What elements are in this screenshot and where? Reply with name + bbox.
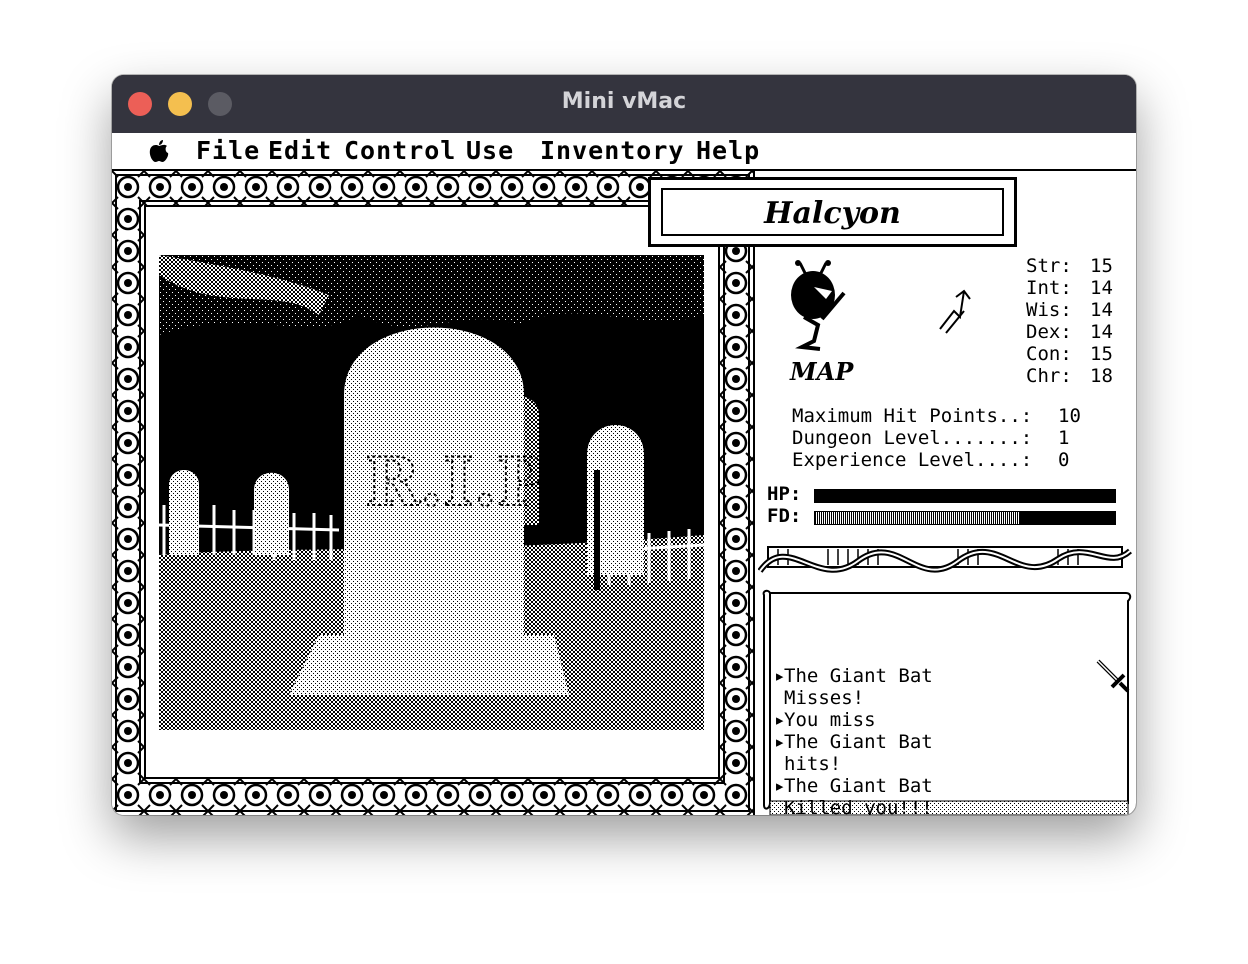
window-titlebar[interactable]: Mini vMac xyxy=(112,75,1136,133)
fd-bar xyxy=(814,511,1116,525)
log-line: hits! xyxy=(774,753,841,775)
menu-control[interactable]: Control xyxy=(344,136,456,166)
stat-label-chr: Chr: xyxy=(1026,365,1072,387)
log-line: ▸The Giant Bat xyxy=(774,775,933,797)
hp-label: HP: xyxy=(767,483,802,505)
log-line-text: The Giant Bat xyxy=(784,665,933,687)
experience-level-label: Experience Level....: xyxy=(792,449,1033,471)
menu-use[interactable]: Use xyxy=(466,136,514,166)
log-line-text: The Giant Bat xyxy=(784,775,933,797)
stat-value-int: 14 xyxy=(1090,277,1113,299)
dungeon-level-value: 1 xyxy=(1058,427,1070,449)
log-line-text: The Giant Bat xyxy=(784,731,933,753)
panel-divider xyxy=(753,171,755,815)
fd-bar-fill xyxy=(815,512,1019,524)
menu-file[interactable]: File xyxy=(196,136,260,166)
menu-bar: File Edit Control Use Inventory Help xyxy=(112,133,1136,171)
log-line: Misses! xyxy=(774,687,864,709)
dungeon-level-label: Dungeon Level.......: xyxy=(792,427,1033,449)
stat-label-dex: Dex: xyxy=(1026,321,1072,343)
bullet-triangle-icon: ▸ xyxy=(774,665,786,687)
stat-value-chr: 18 xyxy=(1090,365,1113,387)
bullet-triangle-icon: ▸ xyxy=(774,731,786,753)
stat-label-con: Con: xyxy=(1026,343,1072,365)
graveyard-picture: R.I.P xyxy=(159,255,704,730)
menu-edit[interactable]: Edit xyxy=(268,136,332,166)
log-line-text: Misses! xyxy=(784,687,865,709)
bullet-triangle-icon: ▸ xyxy=(774,709,786,731)
log-line-text: Killed you!!! xyxy=(784,797,933,815)
stat-value-con: 15 xyxy=(1090,343,1113,365)
menu-inventory[interactable]: Inventory xyxy=(540,136,684,166)
menu-help[interactable]: Help xyxy=(696,136,760,166)
stat-label-int: Int: xyxy=(1026,277,1072,299)
stat-label-wis: Wis: xyxy=(1026,299,1072,321)
compass-arrow-icon xyxy=(939,289,971,334)
mac-screen: File Edit Control Use Inventory Help R.I… xyxy=(112,133,1136,815)
max-hit-points-value: 10 xyxy=(1058,405,1081,427)
log-line: Killed you!!! xyxy=(774,797,933,815)
log-line-text: You miss xyxy=(784,709,876,731)
map-button[interactable]: MAP xyxy=(790,357,853,386)
emulator-window: Mini vMac File Edit Control Use Inventor… xyxy=(112,75,1136,815)
character-name-box: Halcyon xyxy=(648,177,1017,247)
sword-icon[interactable] xyxy=(1094,657,1130,693)
hp-bar-fill xyxy=(815,490,1115,502)
apple-icon[interactable] xyxy=(148,139,170,163)
scene-panel: R.I.P xyxy=(112,171,753,815)
log-line: ▸You miss xyxy=(774,709,876,731)
log-line: ▸The Giant Bat xyxy=(774,731,933,753)
serpent-divider xyxy=(758,531,1132,587)
stat-value-dex: 14 xyxy=(1090,321,1113,343)
log-line: ▸The Giant Bat xyxy=(774,665,933,687)
character-portrait[interactable] xyxy=(780,259,850,359)
tombstone-inscription: R.I.P xyxy=(365,443,546,521)
log-line-text: hits! xyxy=(784,753,842,775)
hp-bar xyxy=(814,489,1116,503)
window-title: Mini vMac xyxy=(561,89,687,114)
fd-label: FD: xyxy=(767,505,802,527)
experience-level-value: 0 xyxy=(1058,449,1070,471)
bullet-triangle-icon: ▸ xyxy=(774,775,786,797)
character-name: Halcyon xyxy=(764,196,901,231)
stat-label-str: Str: xyxy=(1026,255,1072,277)
stat-value-wis: 14 xyxy=(1090,299,1113,321)
stat-value-str: 15 xyxy=(1090,255,1113,277)
max-hit-points-label: Maximum Hit Points..: xyxy=(792,405,1033,427)
